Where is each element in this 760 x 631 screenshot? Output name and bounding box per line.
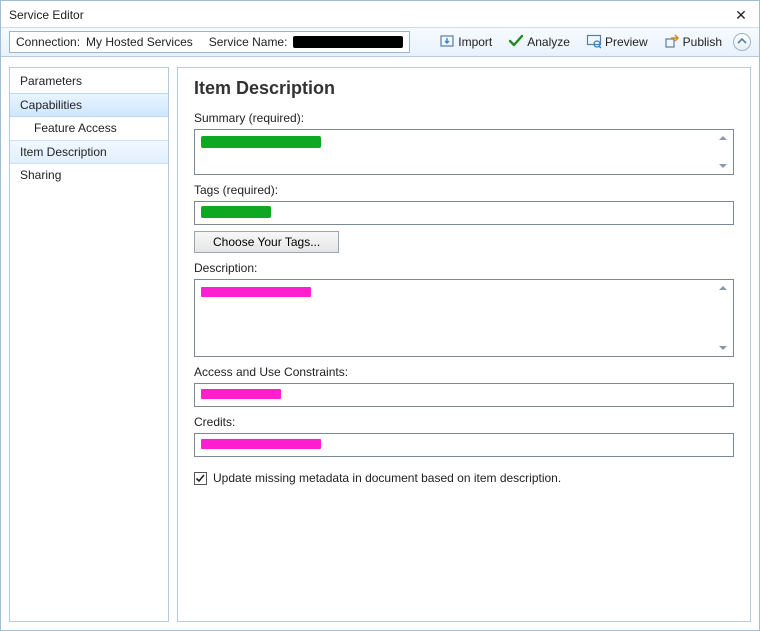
choose-tags-button[interactable]: Choose Your Tags... <box>194 231 339 253</box>
import-icon <box>439 33 455 52</box>
publish-icon <box>664 33 680 52</box>
credits-redacted <box>201 439 321 449</box>
credits-label: Credits: <box>194 415 734 429</box>
service-name-redacted <box>293 36 403 48</box>
preview-button[interactable]: Preview <box>581 30 653 55</box>
sidebar-item-label: Parameters <box>20 74 82 88</box>
collapse-toggle[interactable] <box>733 33 751 51</box>
summary-input[interactable] <box>194 129 734 175</box>
summary-redacted <box>201 136 321 148</box>
connection-service-box: Connection: My Hosted Services Service N… <box>9 31 410 53</box>
connection-value: My Hosted Services <box>86 35 193 49</box>
sidebar-item-label: Item Description <box>20 145 107 159</box>
sidebar-item-capabilities[interactable]: Capabilities <box>10 93 168 117</box>
publish-button[interactable]: Publish <box>659 30 727 55</box>
description-redacted <box>201 287 311 297</box>
constraints-label: Access and Use Constraints: <box>194 365 734 379</box>
description-input[interactable] <box>194 279 734 357</box>
chevron-down-icon <box>717 342 729 354</box>
sidebar: Parameters Capabilities Feature Access I… <box>9 67 169 622</box>
main-panel: Item Description Summary (required): Tag… <box>177 67 751 622</box>
sidebar-item-label: Feature Access <box>34 121 117 135</box>
constraints-input[interactable] <box>194 383 734 407</box>
close-icon[interactable]: ✕ <box>731 7 751 24</box>
sidebar-item-label: Sharing <box>20 168 61 182</box>
update-metadata-row: Update missing metadata in document base… <box>194 471 734 485</box>
scrollbar[interactable] <box>717 280 731 356</box>
credits-input[interactable] <box>194 433 734 457</box>
check-icon <box>195 473 206 484</box>
import-button[interactable]: Import <box>434 30 497 55</box>
scrollbar[interactable] <box>717 130 731 174</box>
chevron-down-icon <box>717 160 729 172</box>
sidebar-item-feature-access[interactable]: Feature Access <box>10 117 168 140</box>
tags-label: Tags (required): <box>194 183 734 197</box>
window-title: Service Editor <box>9 8 84 22</box>
sidebar-item-sharing[interactable]: Sharing <box>10 164 168 187</box>
preview-label: Preview <box>605 35 648 49</box>
update-metadata-checkbox[interactable] <box>194 472 207 485</box>
toolbar: Connection: My Hosted Services Service N… <box>1 27 759 57</box>
constraints-redacted <box>201 389 281 399</box>
tags-input[interactable] <box>194 201 734 225</box>
summary-label: Summary (required): <box>194 111 734 125</box>
body-area: Parameters Capabilities Feature Access I… <box>1 57 759 630</box>
preview-icon <box>586 33 602 52</box>
check-icon <box>508 33 524 52</box>
chevron-up-icon <box>717 282 729 294</box>
connection-label: Connection: <box>16 35 80 49</box>
titlebar: Service Editor ✕ <box>1 1 759 27</box>
panel-heading: Item Description <box>194 78 734 99</box>
chevron-up-icon <box>737 35 747 49</box>
sidebar-item-label: Capabilities <box>20 98 82 112</box>
service-editor-window: Service Editor ✕ Connection: My Hosted S… <box>0 0 760 631</box>
description-label: Description: <box>194 261 734 275</box>
chevron-up-icon <box>717 132 729 144</box>
analyze-button[interactable]: Analyze <box>503 30 575 55</box>
tags-redacted <box>201 206 271 218</box>
sidebar-item-parameters[interactable]: Parameters <box>10 70 168 93</box>
publish-label: Publish <box>683 35 722 49</box>
import-label: Import <box>458 35 492 49</box>
service-name-label: Service Name: <box>209 35 288 49</box>
analyze-label: Analyze <box>527 35 570 49</box>
sidebar-item-item-description[interactable]: Item Description <box>10 140 168 164</box>
update-metadata-label: Update missing metadata in document base… <box>213 471 561 485</box>
